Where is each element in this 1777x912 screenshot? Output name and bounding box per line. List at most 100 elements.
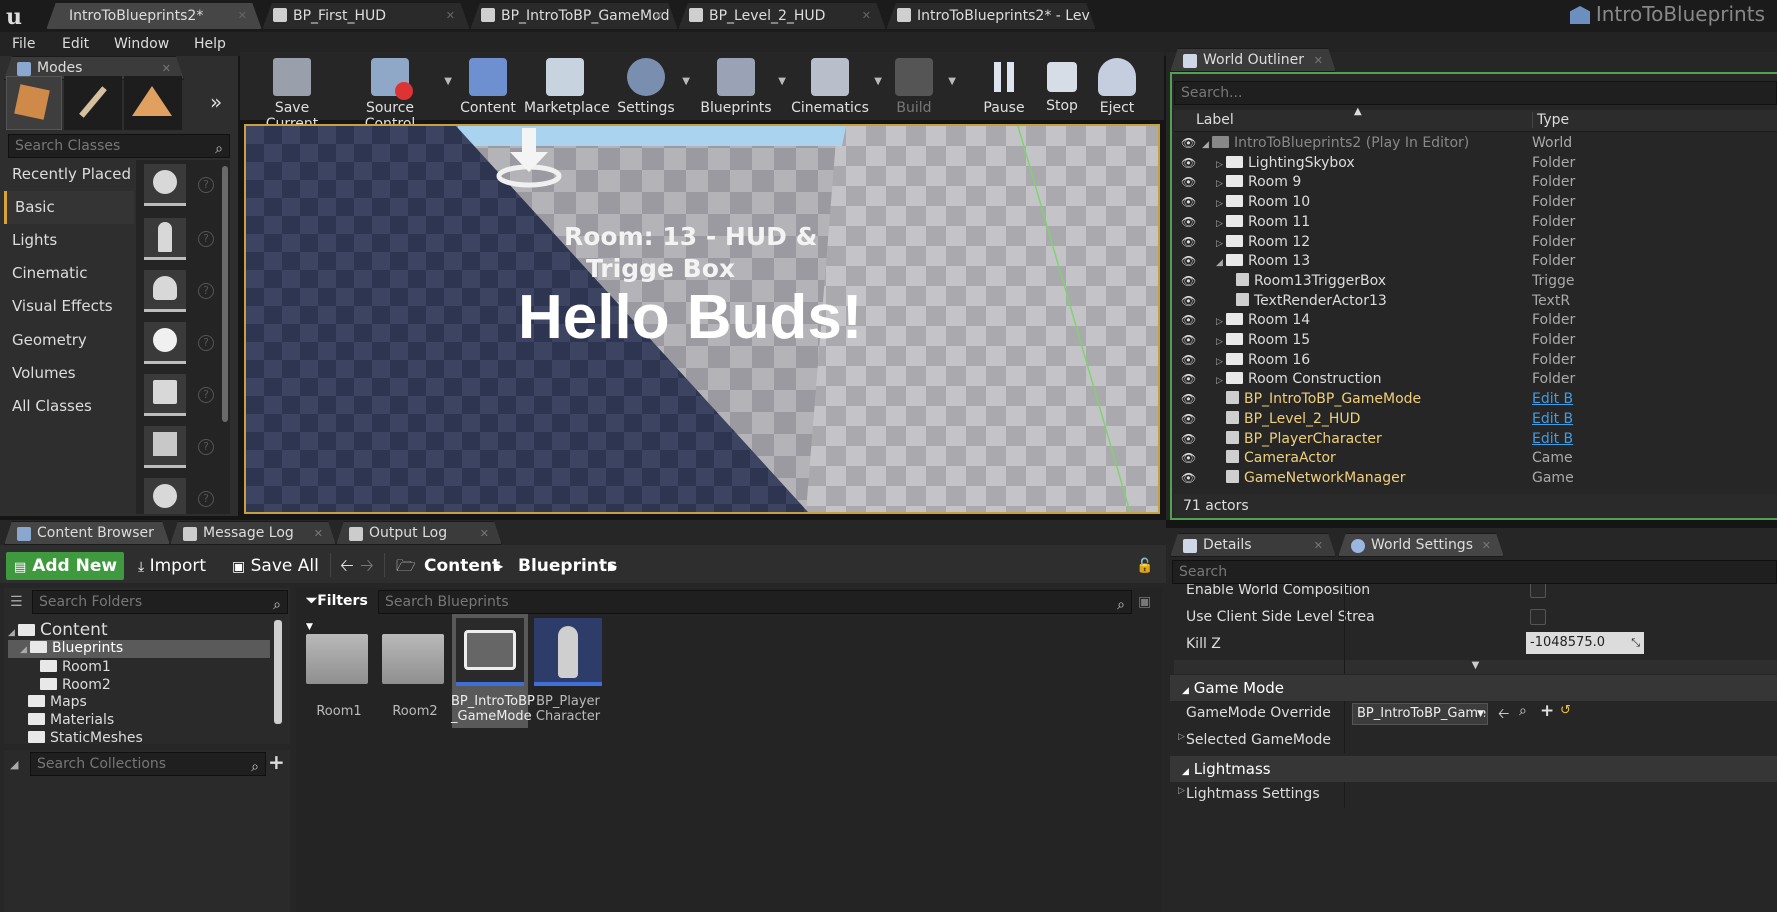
breadcrumb-content[interactable]: Content — [424, 552, 500, 580]
help-icon[interactable]: ? — [198, 283, 214, 299]
outliner-row[interactable]: 👁 BP_IntroToBP_GameMode Edit B — [1174, 390, 1777, 410]
tree-room1[interactable]: Room1 — [40, 659, 111, 675]
expand-icon[interactable]: ◢ — [1202, 140, 1212, 150]
settings-button[interactable]: Settings ▼ — [614, 52, 690, 116]
details-search-input[interactable]: Search — [1172, 560, 1777, 584]
visibility-eye-icon[interactable]: 👁 — [1181, 392, 1197, 406]
search-classes-input[interactable]: Search Classes ⌕ — [8, 134, 230, 158]
row-type[interactable]: Edit B — [1532, 411, 1573, 427]
column-label[interactable]: Label — [1196, 112, 1234, 128]
gamemode-override-select[interactable]: BP_IntroToBP_Game ▼ — [1352, 703, 1488, 725]
row-lightmass-settings[interactable]: ▷ Lightmass Settings — [1174, 782, 1777, 808]
use-selected-icon[interactable]: 🡠 — [1498, 703, 1509, 727]
tree-static-meshes[interactable]: StaticMeshes — [28, 730, 143, 744]
expand-icon[interactable]: ▷ — [1216, 199, 1226, 209]
doc-tab-level[interactable]: IntroToBlueprints2* ✕ — [46, 2, 262, 30]
back-arrow-icon[interactable]: 🡠 — [340, 552, 354, 580]
placeable-character[interactable]: ? — [136, 214, 232, 269]
visibility-eye-icon[interactable]: 👁 — [1181, 313, 1197, 327]
import-button[interactable]: ⤓ Import — [138, 552, 220, 580]
help-icon[interactable]: ? — [198, 177, 214, 193]
placeable-point-light[interactable]: ? — [136, 318, 232, 373]
placeable-pawn[interactable]: ? — [136, 266, 232, 321]
tab-content-browser[interactable]: Content Browser — [4, 521, 170, 545]
source-control-button[interactable]: Source Control ▼ — [340, 52, 452, 132]
category-basic[interactable]: Basic — [4, 191, 134, 224]
blueprints-button[interactable]: Blueprints ▼ — [696, 52, 786, 116]
outliner-row[interactable]: 👁 ◢ Room 13 Folder — [1174, 252, 1777, 272]
row-selected-gamemode[interactable]: ▷ Selected GameMode — [1174, 728, 1777, 754]
reset-icon[interactable]: ↺ — [1560, 703, 1571, 718]
add-collection-icon[interactable]: + — [268, 750, 285, 774]
help-icon[interactable]: ? — [198, 439, 214, 455]
doc-tab-gamemode[interactable]: BP_IntroToBP_GameMod ✕ — [470, 2, 678, 30]
save-all-button[interactable]: ▣ Save All — [232, 552, 322, 580]
close-icon[interactable]: ✕ — [654, 3, 663, 29]
search-collections-input[interactable]: Search Collections ⌕ — [30, 752, 266, 776]
search-blueprints-input[interactable]: Search Blueprints ⌕ — [378, 590, 1132, 614]
stop-button[interactable]: Stop — [1036, 52, 1088, 116]
visibility-eye-icon[interactable]: 👁 — [1181, 471, 1197, 485]
help-icon[interactable]: ? — [198, 387, 214, 403]
tree-content[interactable]: ◢ Content — [8, 620, 108, 640]
outliner-row[interactable]: 👁 ▷ Room 9 Folder — [1174, 173, 1777, 193]
add-icon[interactable]: + — [1540, 701, 1554, 721]
search-folders-input[interactable]: Search Folders ⌕ — [32, 590, 288, 614]
expand-icon[interactable]: ▷ — [1216, 357, 1226, 367]
build-button[interactable]: Build ▼ — [884, 52, 956, 116]
close-icon[interactable]: ✕ — [314, 522, 323, 545]
folders-scrollbar[interactable] — [274, 620, 282, 724]
menu-window[interactable]: Window — [114, 32, 169, 56]
expand-icon[interactable]: ▷ — [1216, 376, 1226, 386]
expand-icon[interactable]: ▷ — [1216, 219, 1226, 229]
add-new-button[interactable]: ▤ Add New ▼ — [6, 552, 124, 604]
asset-room1[interactable]: Room1 — [302, 620, 378, 728]
collapse-icon[interactable]: ◢ — [10, 758, 18, 771]
kill-z-input[interactable]: -1048575.0 ⤡ — [1526, 632, 1644, 654]
mode-landscape[interactable] — [124, 76, 182, 130]
save-current-button[interactable]: Save Current — [247, 52, 337, 132]
placeable-sphere[interactable]: ? — [136, 474, 232, 514]
expand-icon[interactable]: ▷ — [1178, 732, 1185, 742]
category-recently-placed[interactable]: Recently Placed — [4, 158, 134, 191]
visibility-eye-icon[interactable]: 👁 — [1181, 451, 1197, 465]
outliner-row[interactable]: 👁 ◢ IntroToBlueprints2 (Play In Editor) Wor… — [1174, 134, 1777, 154]
tab-details[interactable]: Details ✕ — [1170, 533, 1336, 557]
help-icon[interactable]: ? — [198, 491, 214, 507]
category-visual-effects[interactable]: Visual Effects — [4, 290, 134, 323]
section-lightmass[interactable]: ◢ Lightmass — [1170, 756, 1777, 782]
dropdown-arrow-icon[interactable]: ▼ — [682, 76, 690, 87]
dropdown-arrow-icon[interactable]: ▼ — [874, 76, 882, 87]
visibility-eye-icon[interactable]: 👁 — [1181, 353, 1197, 367]
lock-icon[interactable]: 🔓 — [1136, 552, 1153, 580]
doc-tab-bp-first-hud[interactable]: BP_First_HUD ✕ — [262, 2, 470, 30]
section-game-mode[interactable]: ◢ Game Mode — [1170, 675, 1777, 701]
outliner-row[interactable]: 👁 ▷ Room Construction Folder — [1174, 370, 1777, 390]
forward-arrow-icon[interactable]: 🡢 — [360, 552, 374, 580]
tree-room2[interactable]: Room2 — [40, 677, 111, 693]
tree-materials[interactable]: Materials — [28, 712, 114, 728]
expand-icon[interactable]: ▷ — [1216, 179, 1226, 189]
category-lights[interactable]: Lights — [4, 224, 134, 257]
column-splitter[interactable] — [1344, 701, 1345, 753]
row-type[interactable]: Edit B — [1532, 431, 1573, 447]
visibility-eye-icon[interactable]: 👁 — [1181, 136, 1197, 150]
visibility-eye-icon[interactable]: 👁 — [1181, 294, 1197, 308]
outliner-row[interactable]: 👁 BP_Level_2_HUD Edit B — [1174, 410, 1777, 430]
category-geometry[interactable]: Geometry — [4, 324, 134, 357]
breadcrumb-blueprints[interactable]: Blueprints — [518, 552, 617, 580]
advanced-expander-icon[interactable]: ▼ — [1174, 660, 1777, 674]
outliner-row[interactable]: 👁 CameraActor Came — [1174, 449, 1777, 469]
browse-icon[interactable]: ⌕ — [1519, 703, 1527, 719]
tab-output-log[interactable]: Output Log ✕ — [336, 521, 502, 545]
pause-button[interactable]: Pause — [976, 52, 1032, 116]
close-icon[interactable]: ✕ — [1314, 534, 1323, 557]
level-viewport[interactable]: Room: 13 - HUD & Trigge Box Hello Buds! — [244, 124, 1160, 514]
tab-world-outliner[interactable]: World Outliner ✕ — [1170, 48, 1336, 72]
menu-help[interactable]: Help — [194, 32, 226, 56]
outliner-search-input[interactable]: Search... — [1174, 81, 1777, 105]
visibility-eye-icon[interactable]: 👁 — [1181, 254, 1197, 268]
outliner-row[interactable]: 👁 GameNetworkManager Game — [1174, 469, 1777, 489]
mode-place[interactable] — [6, 76, 62, 130]
visibility-eye-icon[interactable]: 👁 — [1181, 235, 1197, 249]
